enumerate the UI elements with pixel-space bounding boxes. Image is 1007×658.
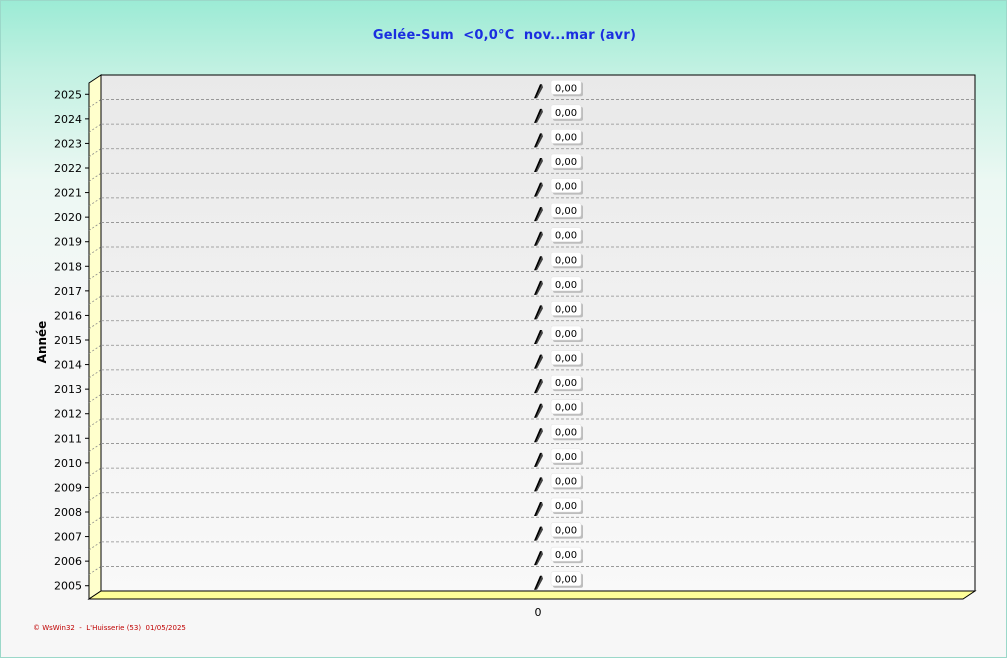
x-tick-label: 0	[535, 606, 542, 619]
y-tick-label: 2006	[54, 555, 82, 568]
y-tick-label: 2022	[54, 162, 82, 175]
value-label: 0,00	[555, 83, 577, 94]
y-tick-label: 2013	[54, 383, 82, 396]
y-tick-label: 2008	[54, 506, 82, 519]
chart-plot: 2025 2024 2023 2022 2021 2020 2019 2018 2017 2016…	[54, 74, 977, 619]
y-tick-label: 2011	[54, 432, 82, 445]
value-label: 0,00	[555, 550, 577, 561]
value-label: 0,00	[555, 255, 577, 266]
plot-walls	[87, 74, 977, 600]
value-label: 0,00	[555, 304, 577, 315]
value-label: 0,00	[555, 157, 577, 168]
y-tick-label: 2012	[54, 408, 82, 421]
plot-side-wall	[88, 74, 102, 600]
value-label: 0,00	[555, 403, 577, 414]
value-label: 0,00	[555, 427, 577, 438]
y-tick-label: 2019	[54, 236, 82, 249]
value-label: 0,00	[555, 132, 577, 143]
y-tick-label: 2009	[54, 481, 82, 494]
value-label: 0,00	[555, 452, 577, 463]
y-tick-label: 2024	[54, 113, 82, 126]
value-label: 0,00	[555, 231, 577, 242]
y-tick-labels: 2025 2024 2023 2022 2021 2020 2019 2018 2017 2016…	[54, 88, 89, 593]
y-tick-label: 2014	[54, 359, 82, 372]
value-label: 0,00	[555, 206, 577, 217]
y-tick-label: 2021	[54, 187, 82, 200]
y-tick-label: 2017	[54, 285, 82, 298]
y-tick-label: 2025	[54, 88, 82, 101]
value-label: 0,00	[555, 354, 577, 365]
value-label: 0,00	[555, 476, 577, 487]
value-label: 0,00	[555, 526, 577, 537]
y-tick-label: 2023	[54, 137, 82, 150]
value-label: 0,00	[555, 329, 577, 340]
value-label: 0,00	[555, 182, 577, 193]
x-axis: 0	[535, 606, 542, 619]
value-label: 0,00	[555, 108, 577, 119]
value-label: 0,00	[555, 575, 577, 586]
y-tick-label: 2005	[54, 580, 82, 593]
y-tick-label: 2015	[54, 334, 82, 347]
value-label: 0,00	[555, 378, 577, 389]
y-tick-label: 2010	[54, 457, 82, 470]
y-tick-label: 2016	[54, 309, 82, 322]
y-tick-label: 2020	[54, 211, 82, 224]
y-tick-label: 2018	[54, 260, 82, 273]
y-tick-label: 2007	[54, 531, 82, 544]
plot-floor	[87, 590, 977, 600]
value-label: 0,00	[555, 501, 577, 512]
value-label: 0,00	[555, 280, 577, 291]
value-labels: 0,00 0,00 0,00 0,00 0,00 0,00 0,00 0,00 0,00 0,00…	[550, 80, 583, 588]
